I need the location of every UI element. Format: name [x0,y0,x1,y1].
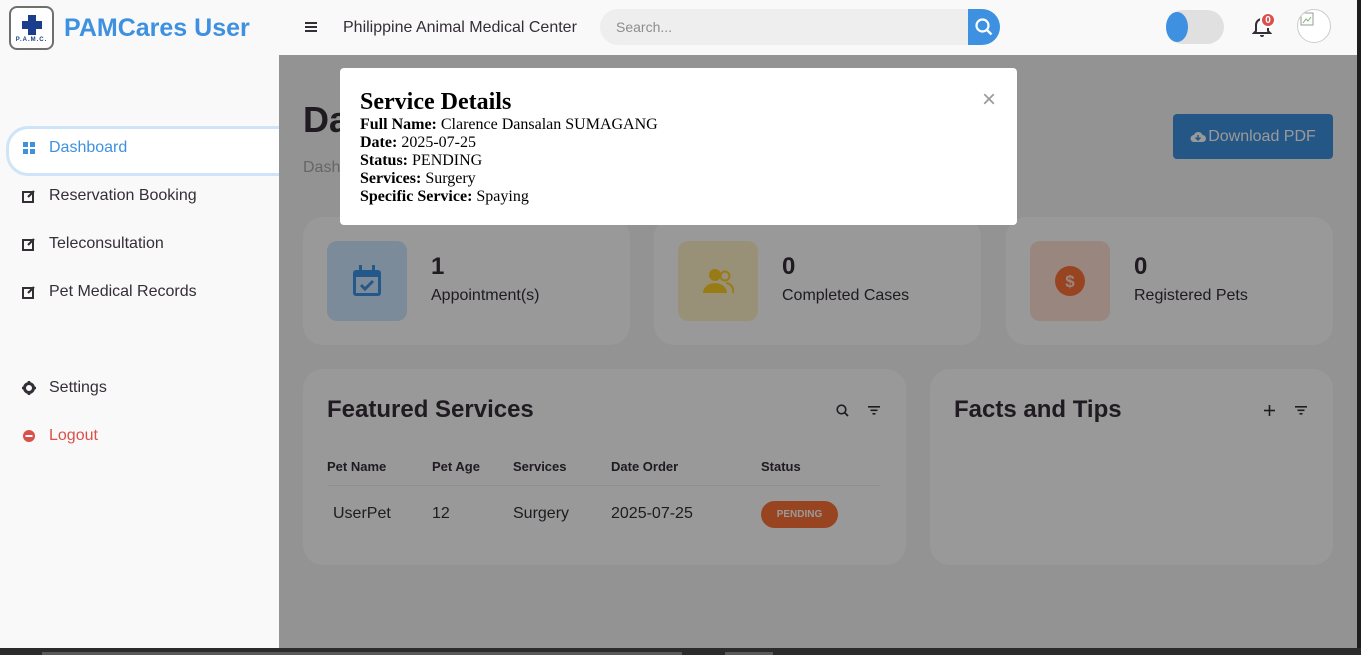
detail-label: Services: [360,170,422,187]
detail-value: 2025-07-25 [401,134,476,151]
edit-icon [22,189,36,203]
edit-icon [22,285,36,299]
detail-value: Surgery [425,170,476,187]
logout-icon [22,429,36,443]
brand[interactable]: P.A.M.C. PAMCares User [9,6,250,50]
modal-title: Service Details [360,89,512,115]
detail-value: PENDING [412,152,483,169]
detail-label: Specific Service: [360,188,473,205]
medical-cross-icon [21,14,43,36]
detail-full-name: Full Name: Clarence Dansalan SUMAGANG [360,116,997,134]
logo: P.A.M.C. [9,6,54,50]
detail-label: Date: [360,134,398,151]
sidebar-item-teleconsultation[interactable]: Teleconsultation [0,220,279,268]
sidebar-item-reservation-booking[interactable]: Reservation Booking [0,172,279,220]
window-edge-right [1357,0,1361,655]
detail-value: Clarence Dansalan SUMAGANG [440,116,658,133]
search-button[interactable] [968,9,1000,45]
sidebar-item-dashboard[interactable]: Dashboard [0,124,279,176]
detail-label: Status: [360,152,409,169]
detail-date: Date: 2025-07-25 [360,134,997,152]
sidebar-item-label: Pet Medical Records [49,283,197,300]
dark-mode-switch[interactable] [1166,10,1224,44]
switch-knob [1166,12,1188,42]
search-form [600,9,1000,45]
service-details-modal: Service Details Full Name: Clarence Dans… [340,68,1017,225]
logo-text: P.A.M.C. [15,36,48,43]
center-name: Philippine Animal Medical Center [343,19,577,36]
sidebar: P.A.M.C. PAMCares User Dashboard Reserva… [0,0,279,648]
edit-icon [22,237,36,251]
menu-toggle-icon[interactable] [305,19,317,37]
taskbar-strip [0,648,1361,655]
sidebar-item-logout[interactable]: Logout [0,412,279,460]
sidebar-item-label: Dashboard [49,139,128,156]
search-input[interactable] [600,9,968,45]
detail-services: Services: Surgery [360,170,997,188]
search-icon [975,18,993,36]
sidebar-item-label: Logout [49,427,98,444]
avatar[interactable] [1297,9,1331,43]
detail-label: Full Name: [360,116,437,133]
detail-value: Spaying [476,188,529,205]
notification-count: 0 [1260,12,1276,28]
side-menu: Dashboard Reservation Booking Teleconsul… [0,124,279,460]
sidebar-item-label: Settings [49,379,107,396]
detail-status: Status: PENDING [360,152,997,170]
brand-name: PAMCares User [64,13,250,42]
sidebar-item-pet-medical-records[interactable]: Pet Medical Records [0,268,279,316]
sidebar-item-label: Teleconsultation [49,235,164,252]
top-navbar: Philippine Animal Medical Center 0 [279,0,1357,55]
sidebar-item-settings[interactable]: Settings [0,364,279,412]
detail-specific-service: Specific Service: Spaying [360,188,997,206]
grid-icon [22,141,36,155]
menu-spacer [0,316,279,364]
gear-icon [22,381,36,395]
sidebar-item-label: Reservation Booking [49,187,197,204]
close-icon[interactable]: × [980,88,998,112]
